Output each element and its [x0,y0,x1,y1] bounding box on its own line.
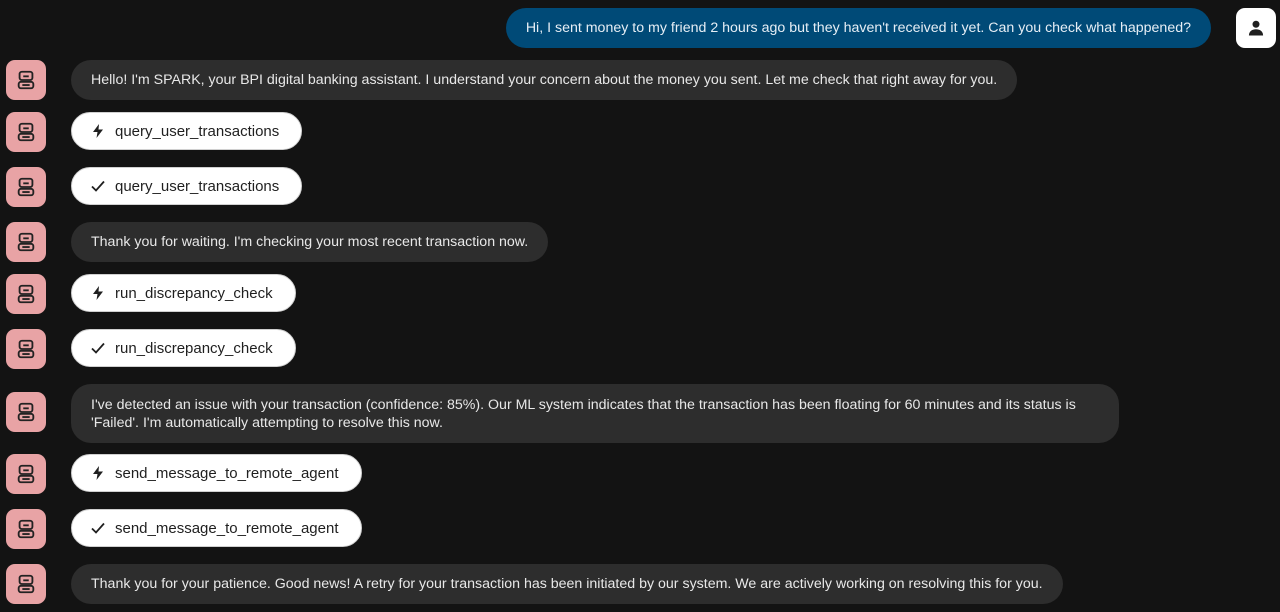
tool-result-label: run_discrepancy_check [115,339,273,357]
bot-message-bubble: Hello! I'm SPARK, your BPI digital banki… [71,60,1018,100]
tool-call-chip[interactable]: run_discrepancy_check [71,274,296,312]
robot-icon [17,402,35,422]
tool-result-chip[interactable]: send_message_to_remote_agent [71,509,362,547]
tool-result-chip[interactable]: run_discrepancy_check [71,329,296,367]
checkmark-icon [90,340,106,356]
robot-icon [17,464,35,484]
bot-message-bubble: Thank you for waiting. I'm checking your… [71,222,549,262]
user-avatar [1236,8,1276,48]
bot-avatar [6,509,46,549]
user-message-bubble: Hi, I sent money to my friend 2 hours ag… [505,8,1211,48]
bot-avatar [6,329,46,369]
bot-avatar [6,454,46,494]
checkmark-icon [90,520,106,536]
bot-avatar [6,392,46,432]
tool-call-chip[interactable]: send_message_to_remote_agent [71,454,362,492]
robot-icon [17,232,35,252]
robot-icon [17,284,35,304]
robot-icon [17,574,35,594]
bot-avatar [6,274,46,314]
bot-message-bubble: I've detected an issue with your transac… [71,384,1119,443]
bot-avatar [6,60,46,100]
tool-call-chip[interactable]: query_user_transactions [71,112,303,150]
lightning-icon [90,285,106,301]
robot-icon [17,177,35,197]
bot-message-bubble: Thank you for your patience. Good news! … [71,564,1063,604]
tool-call-label: send_message_to_remote_agent [115,464,339,482]
tool-call-label: run_discrepancy_check [115,284,273,302]
robot-icon [17,519,35,539]
bot-avatar [6,167,46,207]
chat-window: Hi, I sent money to my friend 2 hours ag… [0,0,1280,612]
bot-avatar [6,112,46,152]
lightning-icon [90,465,106,481]
tool-result-label: query_user_transactions [115,177,280,195]
robot-icon [17,70,35,90]
robot-icon [17,122,35,142]
robot-icon [17,339,35,359]
lightning-icon [90,123,106,139]
bot-avatar [6,564,46,604]
checkmark-icon [90,178,106,194]
tool-call-label: query_user_transactions [115,122,280,140]
person-icon [1248,20,1264,36]
bot-avatar [6,222,46,262]
tool-result-chip[interactable]: query_user_transactions [71,167,303,205]
tool-result-label: send_message_to_remote_agent [115,519,339,537]
